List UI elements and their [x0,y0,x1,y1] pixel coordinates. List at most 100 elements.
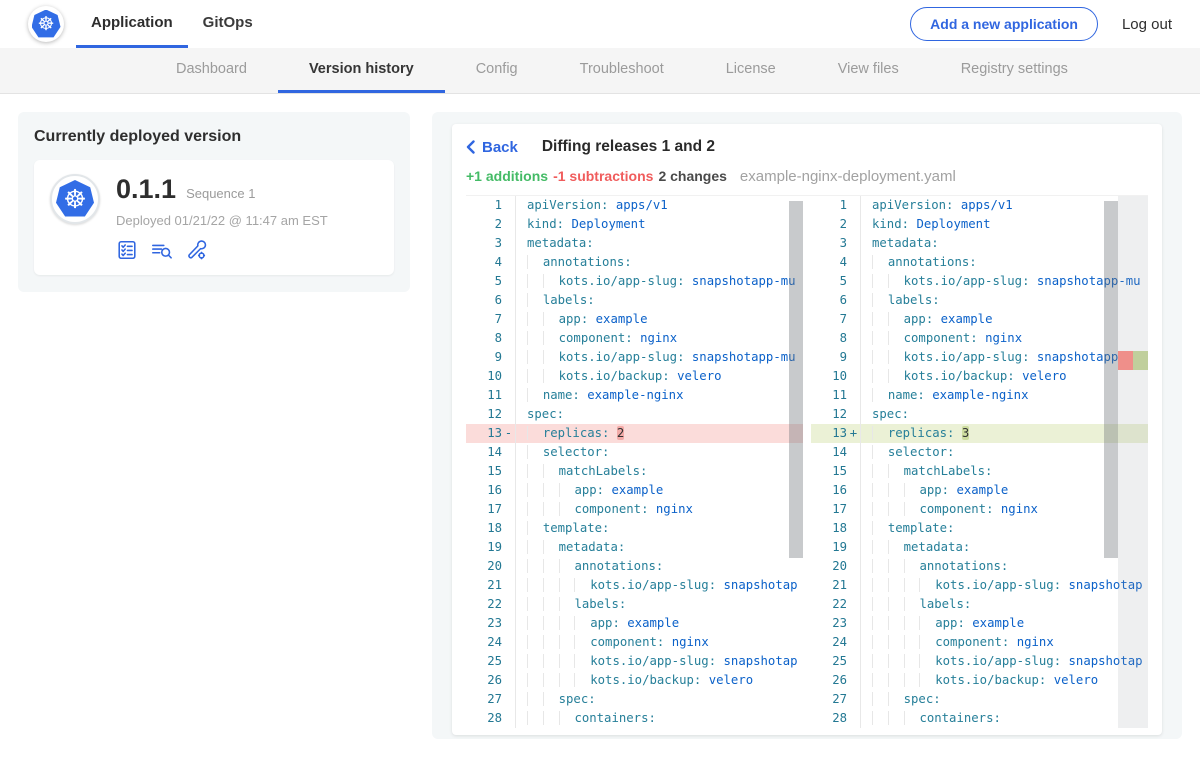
line-gutter: 23 [466,614,516,633]
line-number: 13 [811,424,847,443]
top-tab-application[interactable]: Application [76,0,188,48]
top-tabs: ApplicationGitOps [76,0,268,48]
code-text: spec: [516,405,564,424]
line-number: 16 [811,481,847,500]
code-text: kind: Deployment [861,215,990,234]
subnav-item-version-history[interactable]: Version history [278,48,445,93]
edit-config-icon[interactable] [185,239,208,261]
line-gutter: 22 [466,595,516,614]
line-number: 24 [811,633,847,652]
subnav-item-config[interactable]: Config [445,48,549,93]
code-text: kots.io/app-slug: snapshotap [516,576,798,595]
currently-deployed-card: Currently deployed version ☸ 0.1.1 Seque… [18,112,410,292]
code-line: 1apiVersion: apps/v1 [466,196,803,215]
code-line: 10 kots.io/backup: velero [466,367,803,386]
line-gutter: 9 [811,348,861,367]
line-number: 28 [466,709,502,728]
diff-marker [502,272,515,291]
code-text: annotations: [861,557,1008,576]
view-logs-icon[interactable] [150,239,173,261]
code-text: annotations: [516,557,663,576]
code-line: 6 labels: [466,291,803,310]
line-number: 3 [811,234,847,253]
code-line: 14 selector: [811,443,1148,462]
line-number: 8 [466,329,502,348]
line-number: 15 [811,462,847,481]
subnav-item-license[interactable]: License [695,48,807,93]
diff-marker [502,310,515,329]
line-number: 1 [466,196,502,215]
line-gutter: 20 [811,557,861,576]
line-number: 23 [466,614,502,633]
diff-marker [502,500,515,519]
code-line: 4 annotations: [811,253,1148,272]
diff-marker: + [847,424,860,443]
line-gutter: 16 [466,481,516,500]
diff-editor-original[interactable]: 1apiVersion: apps/v12kind: Deployment3me… [466,196,803,728]
line-number: 15 [466,462,502,481]
code-text: name: example-nginx [516,386,684,405]
line-gutter: 25 [466,652,516,671]
line-gutter: 4 [466,253,516,272]
logout-link[interactable]: Log out [1122,16,1172,33]
code-text: template: [516,519,609,538]
line-gutter: 27 [466,690,516,709]
diff-marker [502,671,515,690]
diff-marker [502,215,515,234]
code-line: 12spec: [466,405,803,424]
diff-marker [502,234,515,253]
line-number: 11 [811,386,847,405]
code-text: containers: [516,709,656,728]
code-text: replicas: 3 [861,424,969,443]
line-gutter: 12 [811,405,861,424]
line-number: 14 [811,443,847,462]
diff-marker [502,405,515,424]
release-notes-icon[interactable] [116,239,138,261]
code-line: 16 app: example [811,481,1148,500]
code-text: metadata: [516,234,594,253]
diff-marker [502,443,515,462]
scrollbar-thumb[interactable] [1104,201,1118,558]
subnav-item-troubleshoot[interactable]: Troubleshoot [549,48,695,93]
line-gutter: 5 [811,272,861,291]
code-line: 2kind: Deployment [466,215,803,234]
top-tab-gitops[interactable]: GitOps [188,0,268,48]
code-text: replicas: 2 [516,424,624,443]
subnav-item-view-files[interactable]: View files [807,48,930,93]
line-number: 21 [466,576,502,595]
diff-added-line: 13+ replicas: 3 [811,424,1148,443]
diff-marker [847,234,860,253]
subnav-item-registry-settings[interactable]: Registry settings [930,48,1099,93]
diff-marker [847,519,860,538]
code-line: 6 labels: [811,291,1148,310]
line-number: 4 [811,253,847,272]
line-number: 22 [811,595,847,614]
code-text: kots.io/app-slug: snapshotap [516,652,798,671]
code-line: 21 kots.io/app-slug: snapshotap [466,576,803,595]
diff-marker [502,462,515,481]
subnav-item-dashboard[interactable]: Dashboard [145,48,278,93]
diff-filename: example-nginx-deployment.yaml [740,168,956,185]
code-line: 14 selector: [466,443,803,462]
line-gutter: 3 [811,234,861,253]
line-number: 19 [466,538,502,557]
code-text: annotations: [516,253,632,272]
deployed-timestamp: Deployed 01/21/22 @ 11:47 am EST [116,213,328,228]
diff-marker [847,557,860,576]
line-gutter: 23 [811,614,861,633]
back-link[interactable]: Back [466,139,518,156]
scrollbar-thumb[interactable] [789,201,803,558]
diff-marker [847,652,860,671]
code-line: 9 kots.io/app-slug: snapshotapp-mu [466,348,803,367]
diff-editor-modified[interactable]: 1apiVersion: apps/v12kind: Deployment3me… [811,196,1148,728]
code-text: component: nginx [516,633,709,652]
diff-marker [847,462,860,481]
diff-marker: - [502,424,515,443]
code-line: 27 spec: [466,690,803,709]
add-application-button[interactable]: Add a new application [910,7,1098,41]
line-gutter: 11 [466,386,516,405]
code-text: labels: [516,595,626,614]
code-text: kots.io/app-slug: snapshotapp-mu [861,348,1141,367]
line-gutter: 21 [466,576,516,595]
code-line: 22 labels: [811,595,1148,614]
